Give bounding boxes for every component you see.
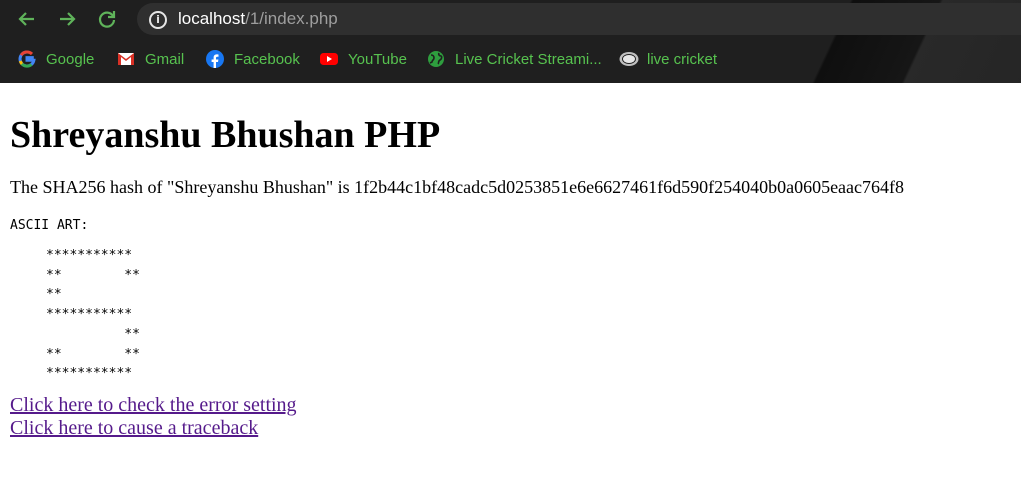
bookmark-gmail[interactable]: Gmail — [117, 49, 184, 69]
bookmark-label: YouTube — [348, 50, 407, 68]
bookmark-label: Facebook — [234, 50, 300, 68]
gmail-icon — [117, 50, 135, 68]
forward-arrow-icon[interactable] — [56, 8, 78, 30]
bookmarks-bar: Google Gmail Facebook YouTube Live Crick… — [0, 44, 1021, 74]
url-path: /1/index.php — [245, 9, 338, 28]
youtube-icon — [320, 50, 338, 68]
bookmark-youtube[interactable]: YouTube — [320, 49, 407, 69]
url-text[interactable]: localhost/1/index.php — [178, 9, 338, 29]
bookmark-live-cricket-streaming[interactable]: Live Cricket Streami... — [427, 49, 602, 69]
globe-icon — [427, 50, 445, 68]
address-bar[interactable]: i localhost/1/index.php — [137, 3, 1021, 35]
bookmark-label: Google — [46, 50, 95, 68]
facebook-icon — [206, 50, 224, 68]
ascii-art: *********** ** ** ** *********** ** ** *… — [46, 248, 140, 382]
bookmark-google[interactable]: Google — [18, 49, 94, 69]
url-host: localhost — [178, 9, 246, 28]
back-arrow-icon[interactable] — [16, 8, 38, 30]
bookmark-label: Gmail — [145, 50, 185, 68]
reload-icon[interactable] — [96, 8, 118, 30]
fox-icon — [619, 50, 639, 68]
bookmark-label: Live Cricket Streami... — [455, 50, 602, 68]
ascii-art-label: ASCII ART: — [10, 218, 89, 233]
page-title: Shreyanshu Bhushan PHP — [10, 114, 441, 156]
browser-chrome: i localhost/1/index.php Google Gmail Fac… — [0, 0, 1021, 83]
google-icon — [18, 50, 36, 68]
traceback-link[interactable]: Click here to cause a traceback — [10, 417, 1015, 440]
site-info-icon[interactable]: i — [149, 11, 167, 29]
bookmark-label: live cricket — [647, 50, 718, 68]
hash-text: The SHA256 hash of "Shreyanshu Bhushan" … — [10, 177, 905, 197]
bookmark-facebook[interactable]: Facebook — [206, 49, 300, 69]
error-setting-link[interactable]: Click here to check the error setting — [10, 394, 1015, 417]
page-content: Shreyanshu Bhushan PHP The SHA256 hash o… — [10, 83, 1015, 440]
links-section: Click here to check the error setting Cl… — [10, 394, 1015, 440]
bookmark-live-cricket[interactable]: live cricket — [619, 49, 717, 69]
